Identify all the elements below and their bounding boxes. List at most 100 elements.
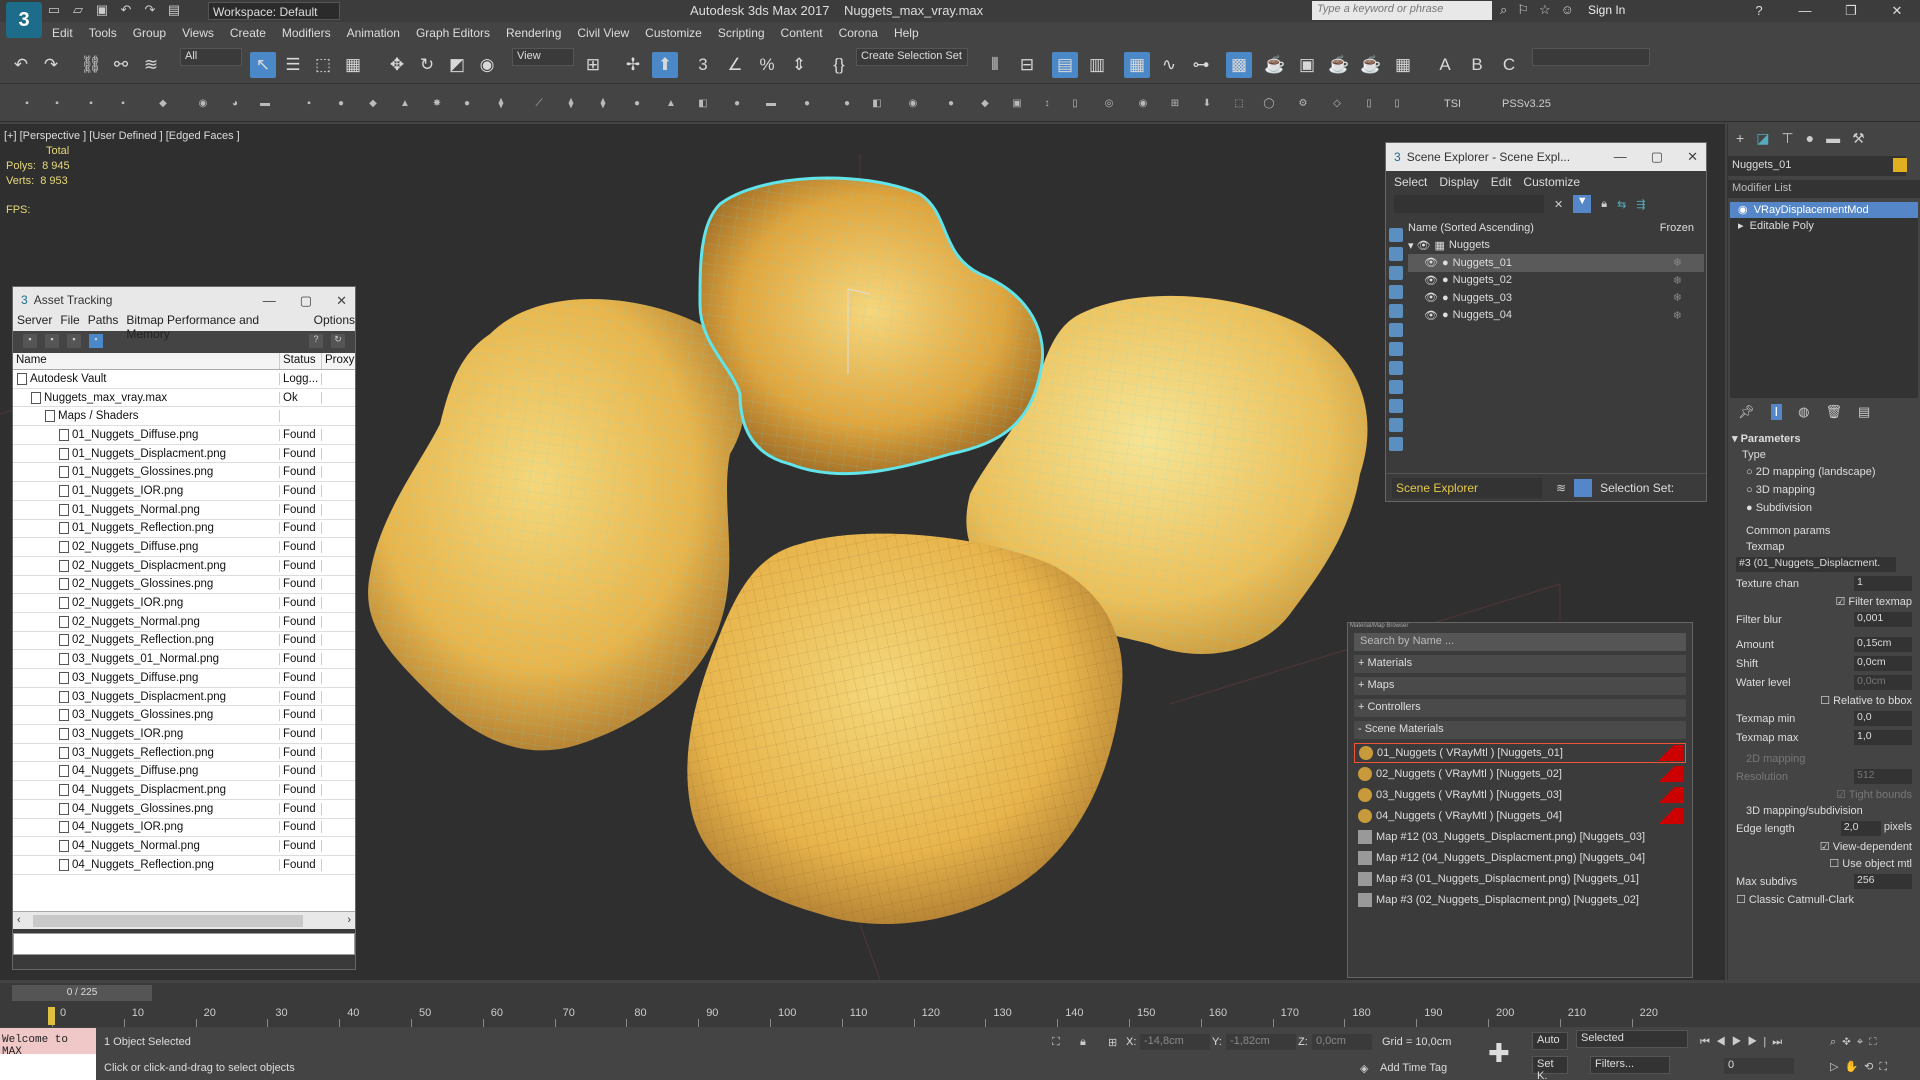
redo-icon[interactable]: ↷ xyxy=(38,52,64,78)
workspace-dropdown[interactable]: Workspace: Default xyxy=(208,2,340,20)
angle-snap-icon[interactable]: ∠ xyxy=(722,52,748,78)
visibility-eye-icon[interactable]: 👁︎ xyxy=(1424,291,1438,304)
time-slider[interactable]: 0 / 225 xyxy=(12,985,152,1001)
save-file-icon[interactable]: ▣ xyxy=(94,2,110,18)
secondary-tool-icon[interactable]: ◯ xyxy=(1262,98,1276,112)
close-icon[interactable]: ✕ xyxy=(336,293,347,309)
column-frozen-header[interactable]: Frozen xyxy=(1660,222,1694,234)
secondary-tool-icon[interactable]: ▯ xyxy=(1390,98,1404,112)
mirror-icon[interactable]: ⫴ xyxy=(982,52,1008,78)
scroll-right-icon[interactable]: › xyxy=(347,914,351,926)
app-logo[interactable]: 3 xyxy=(6,2,42,38)
scene-material-item[interactable]: 03_Nuggets ( VRayMtl ) [Nuggets_03] xyxy=(1354,785,1686,805)
render-in-cloud-icon[interactable]: ▦ xyxy=(1390,52,1416,78)
curve-editor-icon[interactable]: ∿ xyxy=(1156,52,1182,78)
minimize-icon[interactable]: — xyxy=(1782,0,1828,22)
ribbon-icon[interactable]: ▦ xyxy=(1124,52,1150,78)
schematic-view-icon[interactable]: ⊶ xyxy=(1188,52,1214,78)
render-setup-icon[interactable]: ☕ xyxy=(1262,52,1288,78)
modifier-list-dropdown[interactable]: Modifier List xyxy=(1728,180,1920,198)
asset-row[interactable]: 01_Nuggets_IOR.png Found xyxy=(13,482,355,501)
maximize-icon[interactable]: ▢ xyxy=(1651,149,1663,165)
frozen-icon[interactable]: ❄ xyxy=(1673,256,1682,269)
refresh-icon[interactable]: ↻ xyxy=(331,334,345,348)
layers-icon[interactable]: ≋ xyxy=(1556,481,1566,495)
modifier-editable-poly[interactable]: ▸ Editable Poly xyxy=(1730,218,1918,234)
x-coordinate-field[interactable]: -14,8cm xyxy=(1140,1034,1210,1050)
undo-icon[interactable]: ↶ xyxy=(8,52,34,78)
secondary-tool-icon[interactable]: ◇ xyxy=(1330,98,1344,112)
snaps-toggle-icon[interactable]: 3 xyxy=(690,52,716,78)
nugget-02[interactable] xyxy=(687,533,1123,924)
remove-modifier-icon[interactable]: 🗑︎ xyxy=(1825,404,1842,420)
secondary-tool-icon[interactable]: ✸ xyxy=(430,98,444,112)
modify-tab-icon[interactable]: ◪ xyxy=(1756,130,1769,146)
text-tool-c-icon[interactable]: C xyxy=(1496,52,1522,78)
scene-menu-display[interactable]: Display xyxy=(1439,175,1478,189)
scene-material-item[interactable]: 02_Nuggets ( VRayMtl ) [Nuggets_02] xyxy=(1354,764,1686,784)
visibility-filter-icon[interactable] xyxy=(1389,437,1403,451)
scene-menu-edit[interactable]: Edit xyxy=(1491,175,1512,189)
asset-row[interactable]: 04_Nuggets_Diffuse.png Found xyxy=(13,762,355,782)
current-frame-field[interactable]: 0 xyxy=(1724,1058,1794,1074)
material-editor-icon[interactable]: ▩ xyxy=(1226,52,1252,78)
motion-tab-icon[interactable]: ● xyxy=(1806,130,1814,146)
unlink-icon[interactable]: ⚯ xyxy=(108,52,134,78)
asset-row[interactable]: 03_Nuggets_Glossines.png Found xyxy=(13,706,355,726)
percent-snap-icon[interactable]: % xyxy=(754,52,780,78)
material-map-browser[interactable]: Material/Map Browser Search by Name ... … xyxy=(1347,622,1693,978)
asset-row[interactable]: 03_Nuggets_Displacment.png Found xyxy=(13,688,355,707)
scene-object-row[interactable]: ▾ 👁︎ ▦ Nuggets xyxy=(1408,237,1704,255)
track-bar[interactable]: 0 10 20 30 40 50 60 70 80 90 100 110 120 130 140 150 160… xyxy=(0,1005,1690,1027)
show-end-result-icon[interactable]: I xyxy=(1770,404,1783,420)
secondary-tool-icon[interactable]: ◧ xyxy=(696,98,710,112)
asset-row[interactable]: 01_Nuggets_Glossines.png Found xyxy=(13,463,355,483)
secondary-tool-icon[interactable]: ▪ xyxy=(20,98,34,112)
menu-group[interactable]: Group xyxy=(125,24,174,44)
maxscript-listener[interactable]: Welcome to MAX xyxy=(0,1028,96,1080)
render-iterative-icon[interactable]: ☕ xyxy=(1358,52,1384,78)
filter-blur-spinner[interactable]: 0,001 xyxy=(1854,612,1912,627)
make-unique-icon[interactable]: ◍ xyxy=(1798,404,1809,420)
view-dependent-checkbox[interactable]: ☑ View-dependent xyxy=(1820,840,1912,853)
reference-coordinate-dropdown[interactable]: View xyxy=(512,48,574,66)
secondary-tool-icon[interactable]: ▯ xyxy=(1068,98,1082,112)
asset-menu-bitmap-performance-and-memory[interactable]: Bitmap Performance and Memory xyxy=(126,313,305,341)
undo-icon[interactable]: ↶ xyxy=(118,2,134,18)
secondary-tool-icon[interactable]: ⟋ xyxy=(532,98,546,112)
secondary-tool-icon[interactable]: ▬ xyxy=(258,98,272,112)
hierarchy-tab-icon[interactable]: ⊤ xyxy=(1781,130,1793,146)
scene-material-item[interactable]: 04_Nuggets ( VRayMtl ) [Nuggets_04] xyxy=(1354,806,1686,826)
secondary-tool-icon[interactable]: ◕ xyxy=(228,98,242,112)
display-tab-icon[interactable]: ▬ xyxy=(1826,130,1840,146)
z-coordinate-field[interactable]: 0,0cm xyxy=(1312,1034,1372,1050)
classic-catmull-clark-checkbox[interactable]: ☐ Classic Catmull-Clark xyxy=(1736,893,1854,906)
secondary-tool-icon[interactable]: ◉ xyxy=(1136,98,1150,112)
asset-row[interactable]: 02_Nuggets_Normal.png Found xyxy=(13,613,355,632)
filter-texmap-checkbox[interactable]: ☑ Filter texmap xyxy=(1836,595,1913,608)
scene-object-row[interactable]: 👁︎ ● Nuggets_01 ❄ xyxy=(1408,254,1704,272)
scene-explorer-name-field[interactable]: Scene Explorer xyxy=(1392,477,1542,498)
rendered-frame-window-icon[interactable]: ▣ xyxy=(1294,52,1320,78)
xrefs-filter-icon[interactable] xyxy=(1389,380,1403,394)
asset-row[interactable]: 02_Nuggets_Reflection.png Found xyxy=(13,632,355,651)
scene-map-item[interactable]: Map #3 (01_Nuggets_Displacment.png) [Nug… xyxy=(1354,869,1686,889)
rotate-icon[interactable]: ↻ xyxy=(414,52,440,78)
y-coordinate-field[interactable]: -1,82cm xyxy=(1226,1034,1296,1050)
display-filter-icon[interactable] xyxy=(1389,228,1403,242)
scene-map-item[interactable]: Map #3 (02_Nuggets_Displacment.png) [Nug… xyxy=(1354,890,1686,910)
lock-icon[interactable]: 🔒︎ xyxy=(1601,198,1607,211)
modifier-vray-displacement[interactable]: ◉ VRayDisplacementMod xyxy=(1730,202,1918,218)
pivot-center-icon[interactable]: ⊞ xyxy=(580,52,606,78)
asset-row[interactable]: 01_Nuggets_Diffuse.png Found xyxy=(13,426,355,445)
maximize-icon[interactable]: ❐ xyxy=(1828,0,1874,22)
close-icon[interactable]: ✕ xyxy=(1687,149,1698,165)
place-icon[interactable]: ◉ xyxy=(474,52,500,78)
secondary-tool-icon[interactable]: ▬ xyxy=(764,98,778,112)
named-selection-set-dropdown[interactable]: Create Selection Set xyxy=(856,48,968,66)
resolution-spinner[interactable]: 512 xyxy=(1854,769,1912,784)
asset-row[interactable]: 02_Nuggets_Displacment.png Found xyxy=(13,557,355,576)
secondary-tool-icon[interactable]: ↕ xyxy=(1040,98,1054,112)
lights-filter-icon[interactable] xyxy=(1389,285,1403,299)
secondary-tool-icon[interactable]: ▣ xyxy=(1010,98,1024,112)
